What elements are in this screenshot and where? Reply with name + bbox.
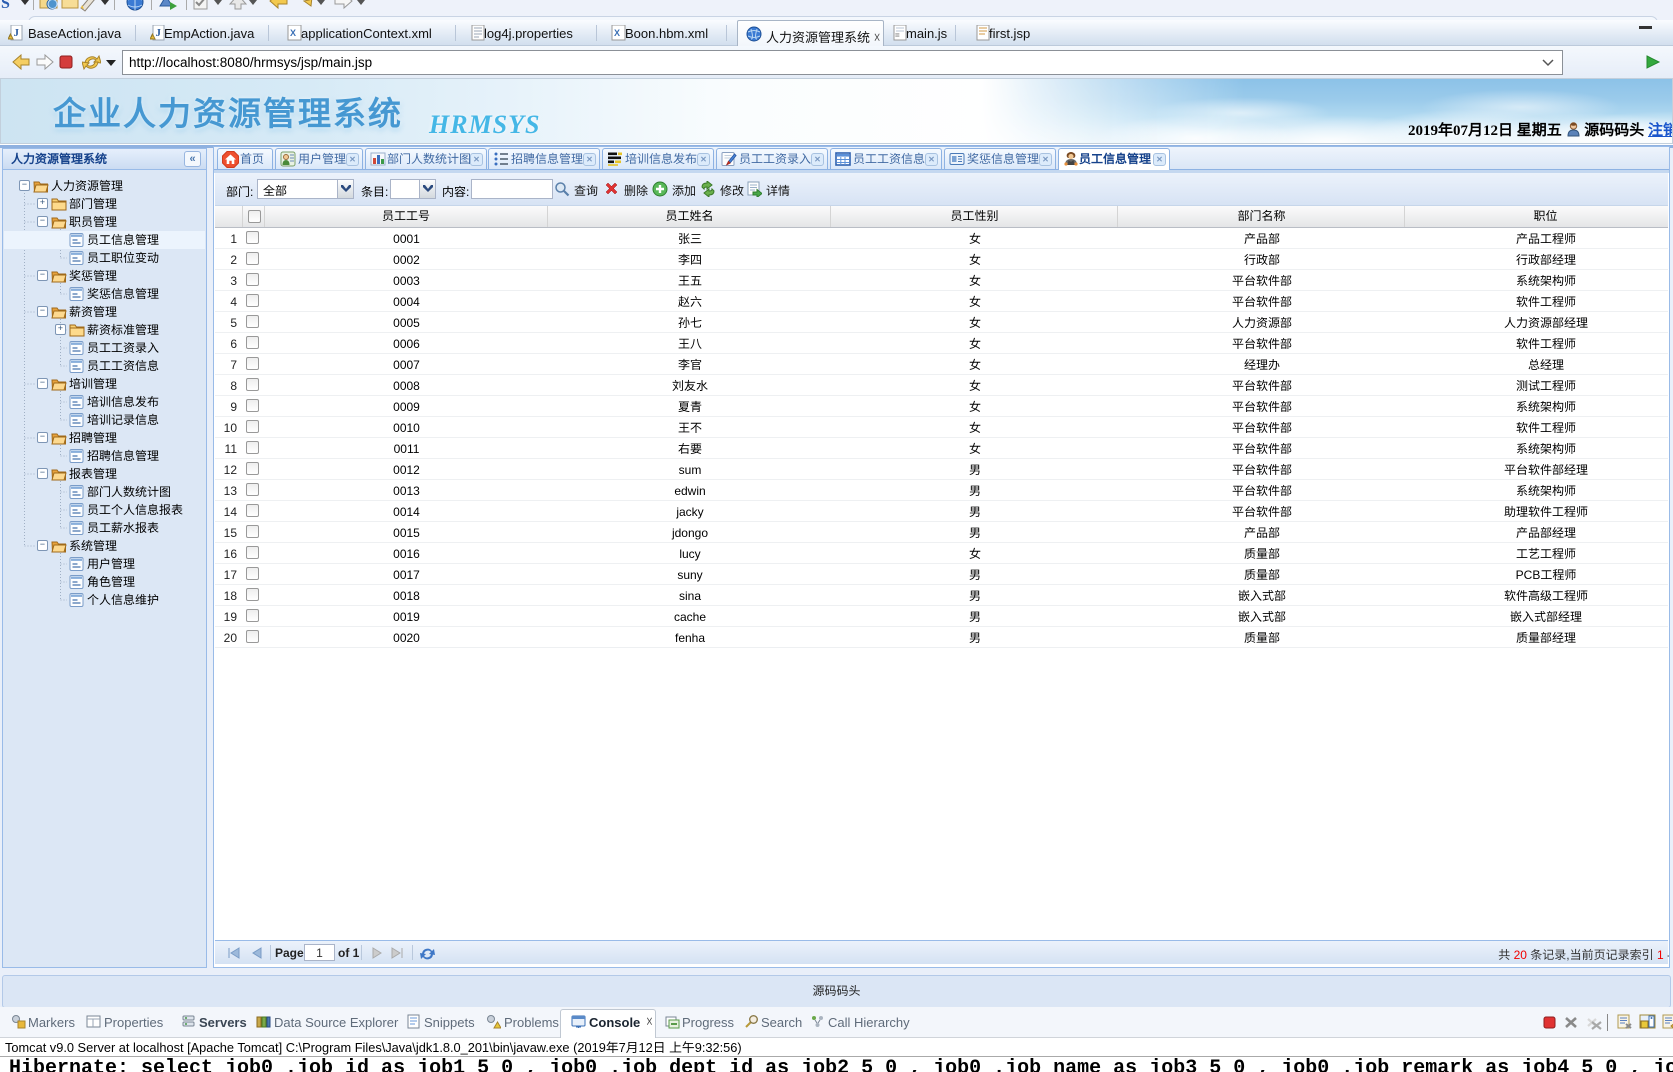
- svg-text:X: X: [290, 28, 296, 38]
- svg-text:J: J: [156, 27, 162, 39]
- svg-text:J: J: [14, 27, 20, 39]
- svg-text:=: =: [895, 31, 900, 40]
- svg-text:!: !: [9, 35, 10, 41]
- svg-text:S: S: [1, 0, 10, 12]
- svg-text:!: !: [151, 35, 152, 41]
- svg-text:X: X: [614, 28, 620, 38]
